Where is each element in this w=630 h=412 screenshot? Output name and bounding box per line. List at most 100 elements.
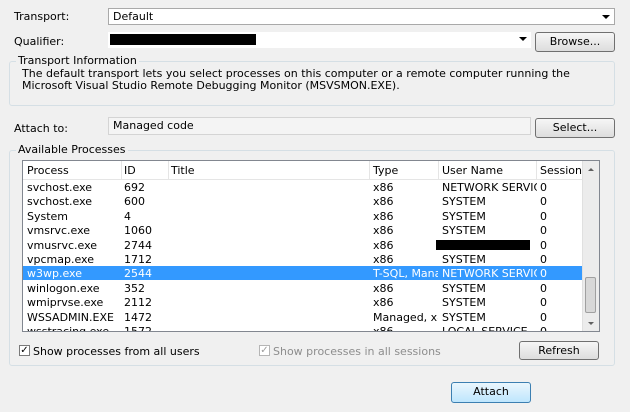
process-cell-user: LOCAL SERVICE <box>442 325 528 332</box>
scroll-down-arrow-icon[interactable] <box>583 315 599 331</box>
process-cell-type: x86 <box>373 238 394 252</box>
process-cell-process: svchost.exe <box>27 195 93 209</box>
column-header-session[interactable]: Session <box>540 164 582 177</box>
process-list-header: Process ID Title Type User Name Session <box>23 161 599 180</box>
transport-label: Transport: <box>14 10 70 23</box>
available-processes-title: Available Processes <box>16 143 128 156</box>
process-cell-session: 0 <box>540 238 547 252</box>
process-cell-process: wsstracing.exe <box>27 325 110 332</box>
process-row[interactable]: vmusrvc.exe 2744 x86 0 <box>23 238 585 252</box>
process-row[interactable]: svchost.exe 692 x86 NETWORK SERVICE0 <box>23 180 585 194</box>
scrollbar-thumb[interactable] <box>585 277 596 313</box>
transport-dropdown[interactable]: Default <box>108 8 615 25</box>
process-cell-session: 0 <box>540 253 547 266</box>
process-row[interactable]: w3wp.exe 2544 T-SQL, Mana... NETWORK SERVIC… <box>23 266 585 281</box>
process-cell-user: SYSTEM <box>442 310 486 324</box>
process-cell-user: SYSTEM <box>442 224 486 238</box>
process-cell-type: x86 <box>373 253 394 266</box>
dropdown-arrow-icon[interactable] <box>515 32 531 46</box>
process-cell-process: vmsrvc.exe <box>27 224 91 238</box>
browse-button[interactable]: Browse... <box>535 32 615 52</box>
show-all-users-checkbox[interactable]: ✓ <box>19 345 30 356</box>
process-cell-session: 0 <box>540 181 547 194</box>
process-cell-session: 0 <box>540 310 547 324</box>
column-header-user-name[interactable]: User Name <box>442 164 503 177</box>
process-cell-id: 1572 <box>124 325 152 332</box>
process-row[interactable]: winlogon.exe 352 x86 SYSTEM 0 <box>23 281 585 295</box>
process-list[interactable]: Process ID Title Type User Name Session … <box>22 160 600 332</box>
redacted-qualifier-text <box>110 34 256 45</box>
process-cell-process: vpcmap.exe <box>27 253 94 266</box>
column-header-title[interactable]: Title <box>171 164 195 177</box>
qualifier-combobox[interactable] <box>108 32 531 48</box>
process-cell-id: 1060 <box>124 224 152 238</box>
scroll-up-arrow-icon[interactable] <box>583 161 599 177</box>
process-cell-type: x86 <box>373 224 394 238</box>
process-cell-session: 0 <box>540 267 547 281</box>
process-cell-process: wmiprvse.exe <box>27 296 104 310</box>
process-cell-type: x86 <box>373 325 394 332</box>
process-row[interactable]: wsstracing.exe 1572 x86 LOCAL SERVICE 0 <box>23 324 585 332</box>
attach-to-field: Managed code <box>108 117 531 135</box>
process-cell-session: 0 <box>540 325 547 332</box>
vertical-scrollbar[interactable] <box>582 161 599 331</box>
transport-info-title: Transport Information <box>16 54 139 67</box>
show-all-sessions-checkbox: ✓ <box>259 345 270 356</box>
process-cell-id: 2112 <box>124 296 152 310</box>
attach-to-label: Attach to: <box>14 122 68 135</box>
process-row[interactable]: System 4 x86 SYSTEM 0 <box>23 209 585 223</box>
process-cell-session: 0 <box>540 281 547 295</box>
attach-button[interactable]: Attach <box>451 382 531 403</box>
process-cell-session: 0 <box>540 209 547 223</box>
dropdown-arrow-icon[interactable] <box>598 9 614 24</box>
refresh-button[interactable]: Refresh <box>519 341 599 360</box>
process-cell-type: x86 <box>373 296 394 310</box>
process-cell-id: 2544 <box>124 267 152 281</box>
process-row[interactable]: vmsrvc.exe 1060 x86 SYSTEM 0 <box>23 223 585 237</box>
process-cell-id: 4 <box>124 209 131 223</box>
process-cell-session: 0 <box>540 195 547 209</box>
show-all-sessions-label: Show processes in all sessions <box>273 345 441 358</box>
process-cell-type: T-SQL, Mana... <box>373 267 438 281</box>
process-cell-id: 600 <box>124 195 145 209</box>
transport-info-text: The default transport lets you select pr… <box>22 67 570 92</box>
process-cell-id: 2744 <box>124 238 152 252</box>
process-cell-session: 0 <box>540 224 547 238</box>
process-cell-id: 692 <box>124 181 145 194</box>
process-row[interactable]: vpcmap.exe 1712 x86 SYSTEM 0 <box>23 252 585 266</box>
process-cell-process: WSSADMIN.EXE <box>27 310 114 324</box>
process-row[interactable]: WSSADMIN.EXE 1472 Managed, x86 SYSTEM 0 <box>23 310 585 324</box>
process-cell-process: winlogon.exe <box>27 281 100 295</box>
process-cell-process: System <box>27 209 69 223</box>
select-button[interactable]: Select... <box>535 118 615 138</box>
process-cell-process: w3wp.exe <box>27 267 82 281</box>
process-cell-process: svchost.exe <box>27 181 93 194</box>
process-cell-session: 0 <box>540 296 547 310</box>
qualifier-label: Qualifier: <box>14 35 65 48</box>
process-cell-type: x86 <box>373 181 394 194</box>
process-cell-user: SYSTEM <box>442 296 486 310</box>
process-cell-type: x86 <box>373 195 394 209</box>
column-header-type[interactable]: Type <box>373 164 398 177</box>
process-cell-id: 1712 <box>124 253 152 266</box>
attach-to-value: Managed code <box>113 119 194 132</box>
process-row[interactable]: svchost.exe 600 x86 SYSTEM 0 <box>23 194 585 208</box>
process-cell-user: NETWORK SERVICE <box>442 267 537 281</box>
process-cell-process: vmusrvc.exe <box>27 238 98 252</box>
process-cell-id: 352 <box>124 281 145 295</box>
process-cell-user: SYSTEM <box>442 253 486 266</box>
process-row[interactable]: wmiprvse.exe 2112 x86 SYSTEM 0 <box>23 295 585 309</box>
process-cell-type: x86 <box>373 209 394 223</box>
show-all-users-label[interactable]: Show processes from all users <box>33 345 200 358</box>
process-cell-user: SYSTEM <box>442 281 486 295</box>
process-cell-user: SYSTEM <box>442 209 486 223</box>
column-header-id[interactable]: ID <box>124 164 136 177</box>
process-cell-user: SYSTEM <box>442 195 486 209</box>
process-cell-id: 1472 <box>124 310 152 324</box>
process-cell-user: NETWORK SERVICE <box>442 181 537 194</box>
redacted-user-name <box>436 239 530 250</box>
transport-value: Default <box>113 10 154 23</box>
column-header-process[interactable]: Process <box>27 164 69 177</box>
process-cell-type: Managed, x86 <box>373 310 438 324</box>
process-cell-type: x86 <box>373 281 394 295</box>
